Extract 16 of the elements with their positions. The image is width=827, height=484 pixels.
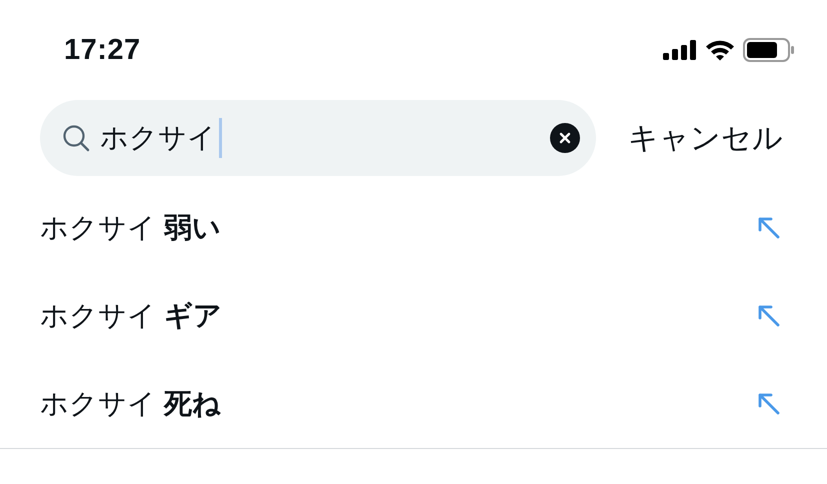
arrow-icon[interactable] bbox=[757, 216, 781, 240]
search-text: ホクサイ bbox=[100, 121, 216, 155]
search-field[interactable]: ホクサイ bbox=[40, 100, 596, 176]
search-suggestion[interactable]: ホクサイ 弱い bbox=[40, 209, 221, 247]
battery-icon bbox=[743, 38, 795, 62]
arrow-icon[interactable] bbox=[757, 392, 781, 416]
search-suggestion[interactable]: ホクサイ ギア bbox=[40, 297, 222, 335]
signal-icon bbox=[663, 40, 697, 60]
clear-icon[interactable] bbox=[550, 123, 580, 153]
cancel-button[interactable]: キャンセル bbox=[628, 118, 783, 158]
wifi-icon bbox=[705, 39, 735, 61]
arrow-icon[interactable] bbox=[757, 304, 781, 328]
text-cursor bbox=[219, 118, 222, 158]
search-icon bbox=[62, 124, 90, 152]
search-suggestion[interactable]: ホクサイ 死ね bbox=[40, 385, 221, 423]
status-time: 17:27 bbox=[64, 34, 141, 66]
